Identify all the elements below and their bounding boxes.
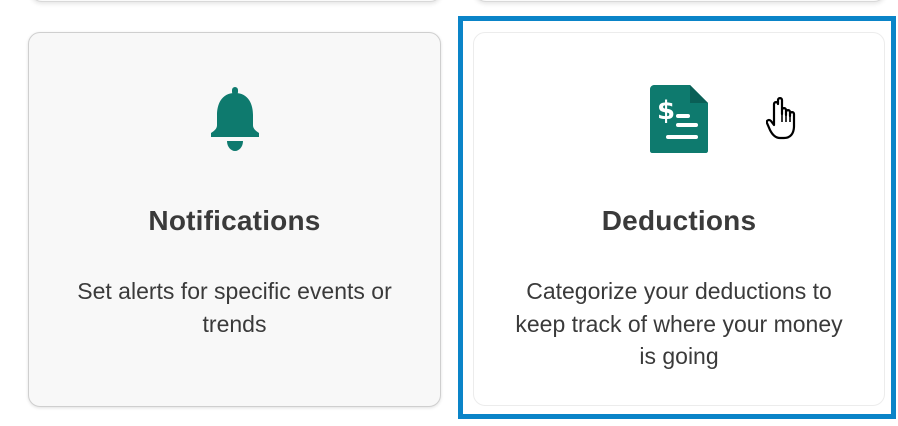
deductions-card[interactable]: $ Deductions Categorize your deductions … bbox=[473, 32, 885, 406]
svg-text:$: $ bbox=[657, 96, 675, 126]
partial-card-above-left[interactable] bbox=[30, 0, 442, 2]
card-description: Categorize your deductions to keep track… bbox=[515, 278, 843, 369]
hand-pointer-icon bbox=[765, 96, 806, 142]
notifications-card[interactable]: Notifications Set alerts for specific ev… bbox=[28, 32, 441, 407]
card-grid: Notifications Set alerts for specific ev… bbox=[0, 0, 898, 426]
card-title: Deductions bbox=[601, 205, 757, 236]
partial-card-above-right[interactable] bbox=[474, 0, 886, 2]
card-description: Set alerts for specific events or trends bbox=[77, 278, 392, 337]
card-title: Notifications bbox=[148, 205, 321, 236]
receipt-dollar-icon: $ bbox=[474, 85, 884, 153]
bell-icon bbox=[29, 85, 440, 153]
